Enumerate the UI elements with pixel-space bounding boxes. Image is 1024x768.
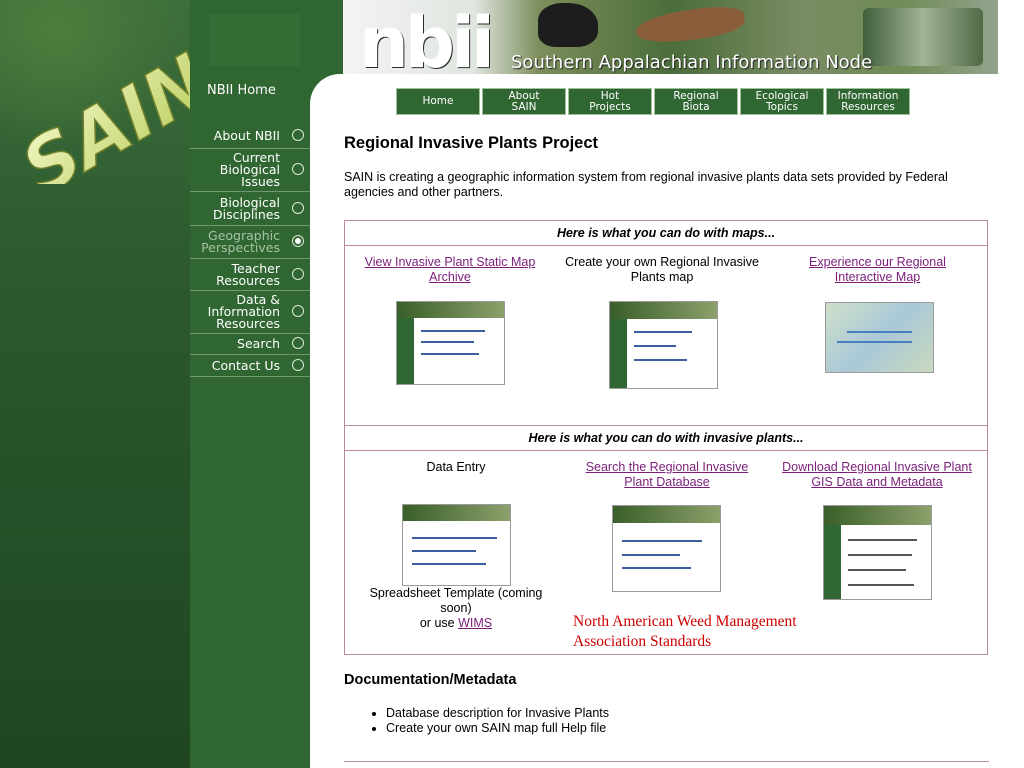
nav-top-box xyxy=(210,14,300,66)
bottom-divider xyxy=(344,761,989,762)
data-entry-text: Data Entry xyxy=(426,460,486,474)
search-database-link[interactable]: Search the Regional Invasive Plant Datab… xyxy=(586,460,749,489)
spreadsheet-template-caption: Spreadsheet Template (coming soon) xyxy=(369,586,543,615)
sidebar-item-label: Contact Us xyxy=(211,357,280,373)
sidebar-item-teacher-resources[interactable]: Teacher Resources xyxy=(190,259,310,291)
radio-circle-icon xyxy=(292,305,304,317)
sidebar-item-label: Data & Information Resources xyxy=(207,292,280,331)
create-map-thumbnail[interactable] xyxy=(609,301,718,389)
plants-col2: Search the Regional Invasive Plant Datab… xyxy=(572,460,762,490)
sidebar-item-data-information-resources[interactable]: Data & Information Resources xyxy=(190,291,310,334)
radio-circle-icon xyxy=(292,201,304,214)
sidebar-nav: About NBII Current Biological Issues Bio… xyxy=(190,124,310,377)
plants-col3: Download Regional Invasive Plant GIS Dat… xyxy=(780,460,974,490)
radio-circle-icon xyxy=(292,337,304,349)
topnav-hot-projects-button[interactable]: Hot Projects xyxy=(568,88,652,115)
or-use-text: or use xyxy=(419,616,455,630)
sidebar-item-geographic-perspectives[interactable]: Geographic Perspectives xyxy=(190,226,310,259)
documentation-section: Documentation/Metadata Database descript… xyxy=(344,672,984,735)
banner-subtitle: Southern Appalachian Information Node xyxy=(511,52,873,73)
sidebar-item-label: Teacher Resources xyxy=(216,260,280,288)
interactive-map-thumbnail[interactable] xyxy=(825,302,934,373)
download-data-thumbnail[interactable] xyxy=(823,505,932,600)
nawma-standards-text: North American Weed Management Associati… xyxy=(573,613,797,650)
wims-link[interactable]: WIMS xyxy=(458,616,492,630)
main-content: Regional Invasive Plants Project SAIN is… xyxy=(344,134,989,200)
topnav-information-resources-button[interactable]: Information Resources xyxy=(826,88,910,115)
maps-col2-text: Create your own Regional Invasive Plants… xyxy=(565,255,759,284)
topnav-home-button[interactable]: Home xyxy=(396,88,480,115)
radio-circle-selected-icon xyxy=(292,235,304,247)
radio-circle-icon xyxy=(292,358,304,371)
list-item[interactable]: Database description for Invasive Plants xyxy=(386,706,984,721)
sidebar-item-search[interactable]: Search xyxy=(190,334,310,355)
topnav-about-sain-button[interactable]: About SAIN xyxy=(482,88,566,115)
static-map-archive-link[interactable]: View Invasive Plant Static Map Archive xyxy=(365,255,536,284)
documentation-list: Database description for Invasive Plants… xyxy=(368,706,984,735)
radio-circle-icon xyxy=(292,129,304,141)
people-photo xyxy=(863,8,983,66)
intro-text: SAIN is creating a geographic informatio… xyxy=(344,170,948,199)
sidebar-item-label: About NBII xyxy=(213,128,280,143)
sidebar-item-label: Search xyxy=(237,336,280,351)
bear-photo xyxy=(538,3,598,47)
maps-col3: Experience our Regional Interactive Map xyxy=(785,255,970,285)
list-item[interactable]: Create your own SAIN map full Help file xyxy=(386,721,984,736)
static-map-thumbnail[interactable] xyxy=(396,301,505,385)
topnav-ecological-topics-button[interactable]: Ecological Topics xyxy=(740,88,824,115)
sain-logo-text: SAIN xyxy=(8,38,192,184)
plants-panel-heading: Here is what you can do with invasive pl… xyxy=(345,426,987,451)
page-title: Regional Invasive Plants Project xyxy=(344,134,599,152)
search-database-thumbnail[interactable] xyxy=(612,505,721,592)
header-banner: nbii Southern Appalachian Information No… xyxy=(343,0,998,84)
sidebar-item-about-nbii[interactable]: About NBII xyxy=(190,124,310,149)
data-entry-thumbnail[interactable] xyxy=(402,504,511,586)
interactive-map-link[interactable]: Experience our Regional Interactive Map xyxy=(809,255,946,284)
radio-circle-icon xyxy=(292,163,304,175)
maps-panel-heading: Here is what you can do with maps... xyxy=(345,221,987,246)
topnav-regional-biota-button[interactable]: Regional Biota xyxy=(654,88,738,115)
sidebar-item-label: Current Biological Issues xyxy=(219,150,280,189)
fish-photo xyxy=(633,2,747,48)
sidebar-item-current-biological-issues[interactable]: Current Biological Issues xyxy=(190,149,310,192)
sain-logo: SAIN xyxy=(7,37,192,184)
download-gis-data-link[interactable]: Download Regional Invasive Plant GIS Dat… xyxy=(782,460,972,489)
nbii-logo: nbii xyxy=(359,2,495,84)
radio-circle-icon xyxy=(292,267,304,280)
sidebar-item-label: Biological Disciplines xyxy=(213,194,280,222)
documentation-title: Documentation/Metadata xyxy=(344,672,517,688)
top-navigation: Home About SAIN Hot Projects Regional Bi… xyxy=(396,88,912,115)
sidebar-item-biological-disciplines[interactable]: Biological Disciplines xyxy=(190,192,310,226)
nbii-home-link[interactable]: NBII Home xyxy=(207,83,276,98)
plants-col1-bottom: Spreadsheet Template (coming soon) or us… xyxy=(356,586,556,631)
navigation-column xyxy=(190,0,310,768)
sidebar-item-contact-us[interactable]: Contact Us xyxy=(190,355,310,377)
wims-line: or use WIMS xyxy=(356,616,556,631)
maps-col1: View Invasive Plant Static Map Archive xyxy=(350,255,550,285)
sidebar-item-label: Geographic Perspectives xyxy=(201,228,280,255)
